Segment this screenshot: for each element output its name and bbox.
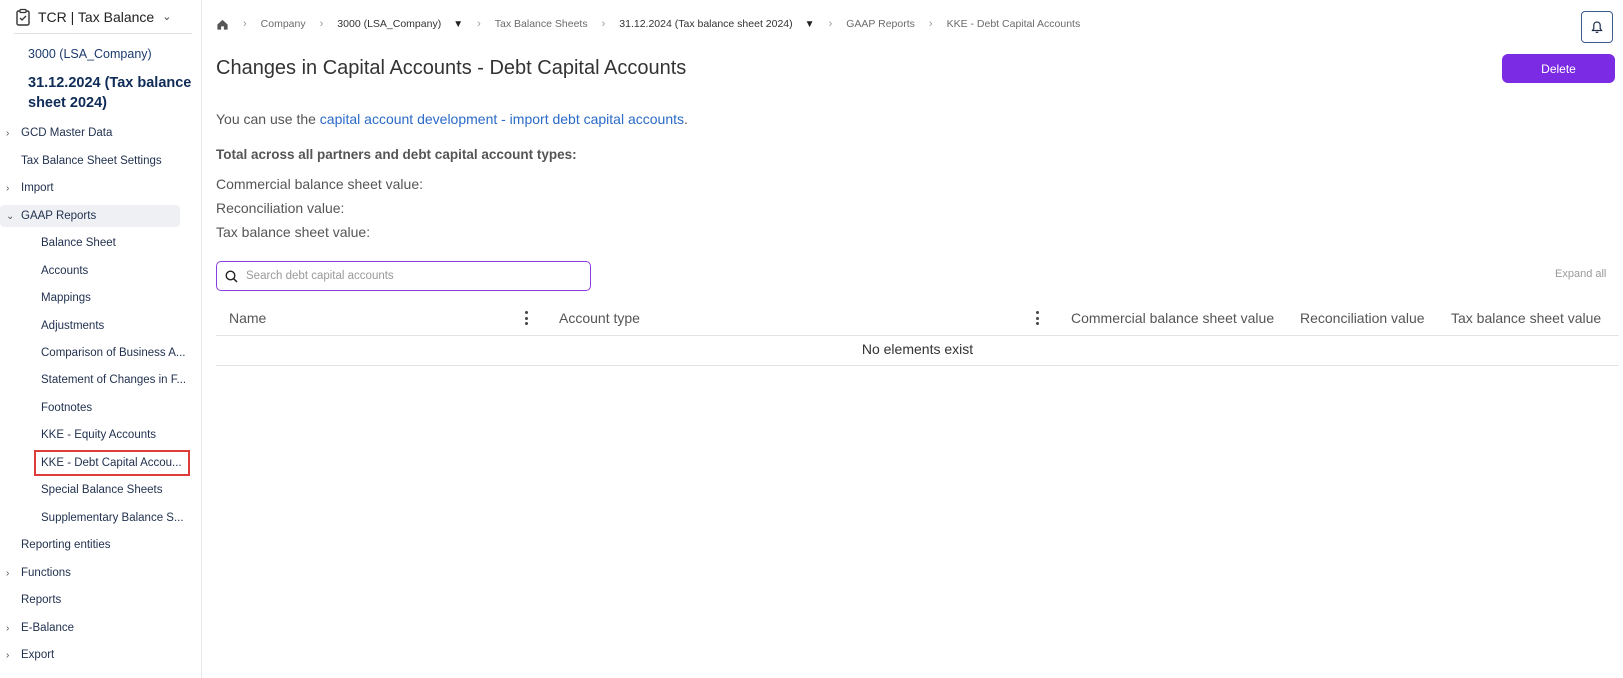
sidebar-company[interactable]: 3000 (LSA_Company) [28,47,152,61]
breadcrumb-tax-balance-sheets[interactable]: Tax Balance Sheets [495,18,588,30]
app-switcher[interactable]: TCR | Tax Balance ⌄ [14,4,192,34]
sidebar-item-label: Footnotes [41,402,93,414]
sidebar-item-kke-debt-capital-accounts[interactable]: KKE - Debt Capital Accou... [34,450,190,476]
sidebar-item-e-balance[interactable]: › E-Balance [0,617,180,639]
sidebar-item-mappings[interactable]: Mappings [36,287,188,309]
commercial-value-label: Commercial balance sheet value: [216,176,423,192]
sidebar-item-kke-equity-accounts[interactable]: KKE - Equity Accounts [36,424,188,446]
breadcrumb-current: KKE - Debt Capital Accounts [946,18,1081,30]
breadcrumb-company-select[interactable]: 3000 (LSA_Company) [337,18,441,30]
sidebar-item-label: E-Balance [21,622,75,634]
caret-down-icon[interactable]: ▼ [805,19,815,30]
reconciliation-value-label: Reconciliation value: [216,200,345,216]
page-title: Changes in Capital Accounts - Debt Capit… [216,57,687,79]
chevron-right-icon: › [243,18,247,30]
sidebar: TCR | Tax Balance ⌄ 3000 (LSA_Company) 3… [0,0,202,678]
sidebar-item-footnotes[interactable]: Footnotes [36,397,188,419]
tax-value-label: Tax balance sheet value: [216,224,371,240]
sidebar-item-label: GCD Master Data [21,127,113,139]
sidebar-item-label: Export [21,649,55,661]
sidebar-item-functions[interactable]: › Functions [0,562,180,584]
chevron-right-icon: › [477,18,481,30]
sidebar-item-special-balance-sheets[interactable]: Special Balance Sheets [36,479,188,501]
expand-all-button[interactable]: Expand all [1555,268,1606,280]
notifications-button[interactable] [1581,11,1613,43]
sidebar-item-label: Balance Sheet [41,237,116,249]
sidebar-item-label: Special Balance Sheets [41,484,163,496]
sidebar-item-tax-balance-sheet-settings[interactable]: Tax Balance Sheet Settings [0,150,180,172]
breadcrumb: › Company › 3000 (LSA_Company) ▼ › Tax B… [216,14,1080,34]
sidebar-item-comparison-of-business-a[interactable]: Comparison of Business A... [36,342,188,364]
sidebar-item-export[interactable]: › Export [0,644,180,666]
info-suffix: . [684,111,688,127]
column-header-commercial-value[interactable]: Commercial balance sheet value [1071,310,1274,326]
breadcrumb-company[interactable]: Company [261,18,306,30]
sidebar-item-label: Tax Balance Sheet Settings [21,155,162,167]
sidebar-sheet-title: 31.12.2024 (Tax balance sheet 2024) [28,75,192,111]
sidebar-item-reports[interactable]: Reports [0,589,180,611]
sidebar-item-label: Accounts [41,265,89,277]
column-header-account-type[interactable]: Account type [559,310,640,326]
sidebar-item-label: Adjustments [41,320,105,332]
sidebar-item-supplementary-balance-s[interactable]: Supplementary Balance S... [36,507,188,529]
app-title: TCR | Tax Balance [38,8,155,25]
search-input[interactable] [244,269,578,283]
chevron-right-icon: › [6,567,10,579]
sidebar-item-accounts[interactable]: Accounts [36,260,188,282]
sidebar-item-label: KKE - Equity Accounts [41,429,157,441]
chevron-right-icon: › [601,18,606,30]
chevron-down-icon: ⌄ [162,11,172,23]
sidebar-item-label: Import [21,182,54,194]
sidebar-item-label: KKE - Debt Capital Accou... [41,457,182,469]
table-header: Name Account type Commercial balance she… [216,302,1619,336]
column-menu-icon[interactable] [521,309,531,327]
info-text: You can use the capital account developm… [216,111,688,127]
info-prefix: You can use the [216,111,320,127]
bell-icon [1591,20,1603,33]
chevron-down-icon: ⌄ [6,210,15,222]
chevron-right-icon: › [928,18,933,30]
sidebar-item-label: Statement of Changes in F... [41,374,187,386]
chevron-right-icon: › [828,18,833,30]
sidebar-item-label: Reporting entities [21,539,111,551]
chevron-right-icon: › [6,127,10,139]
search-icon [225,269,238,283]
sidebar-item-statement-of-changes[interactable]: Statement of Changes in F... [36,369,188,391]
search-field[interactable] [216,261,591,291]
column-header-name[interactable]: Name [229,310,266,326]
home-icon[interactable] [216,18,229,31]
sidebar-item-label: Comparison of Business A... [41,347,186,359]
sidebar-item-reporting-entities[interactable]: Reporting entities [0,534,180,556]
chevron-right-icon: › [6,622,10,634]
sidebar-item-label: Reports [21,594,62,606]
sidebar-item-import[interactable]: › Import [0,177,180,199]
table-empty-message: No elements exist [216,336,1619,366]
caret-down-icon[interactable]: ▼ [453,19,463,30]
sidebar-item-label: Supplementary Balance S... [41,512,184,524]
totals-heading: Total across all partners and debt capit… [216,147,577,162]
chevron-right-icon: › [6,182,10,194]
column-header-reconciliation-value[interactable]: Reconciliation value [1300,310,1425,326]
sidebar-item-label: Functions [21,567,71,579]
sidebar-item-adjustments[interactable]: Adjustments [36,315,188,337]
breadcrumb-sheet-select[interactable]: 31.12.2024 (Tax balance sheet 2024) [619,18,792,30]
sidebar-item-balance-sheet[interactable]: Balance Sheet [36,232,188,254]
breadcrumb-gaap-reports[interactable]: GAAP Reports [846,18,915,30]
column-menu-icon[interactable] [1032,309,1042,327]
sidebar-item-gcd-master-data[interactable]: › GCD Master Data [0,122,180,144]
column-header-tax-value[interactable]: Tax balance sheet value [1451,310,1601,326]
sidebar-item-label: Mappings [41,292,91,304]
chevron-right-icon: › [319,18,324,30]
sidebar-item-label: GAAP Reports [21,210,97,222]
delete-button[interactable]: Delete [1502,54,1615,83]
import-link[interactable]: capital account development - import deb… [320,111,684,127]
sidebar-item-gaap-reports[interactable]: ⌄ GAAP Reports [0,205,180,227]
chevron-right-icon: › [6,649,10,661]
clipboard-icon [16,8,30,26]
